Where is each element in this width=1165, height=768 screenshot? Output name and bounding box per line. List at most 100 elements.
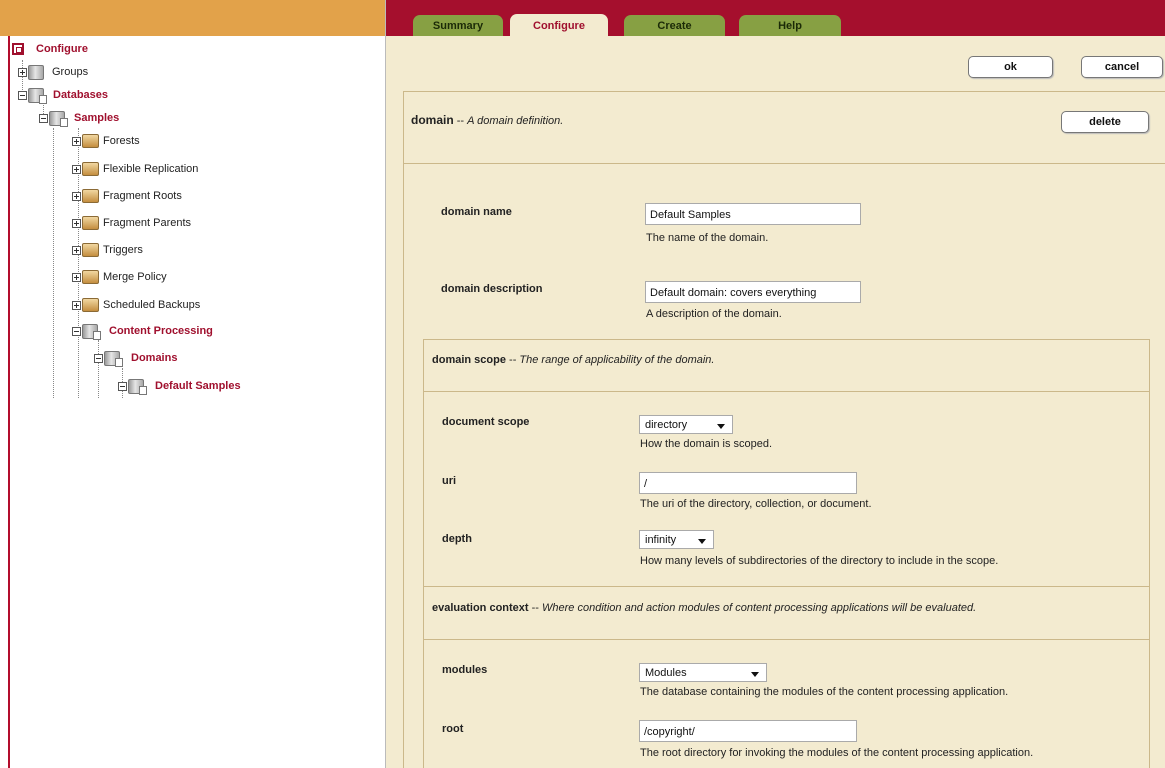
depth-select[interactable]: infinity [639,530,714,549]
folder-icon [82,189,99,203]
section-border [423,339,424,768]
divider [403,91,1165,92]
collapse-icon[interactable] [18,90,27,100]
document-scope-select[interactable]: directory [639,415,733,434]
uri-label: uri [442,475,457,487]
tree-item-databases[interactable]: Databases [18,86,108,104]
tree-label: Databases [53,89,109,101]
section-border [1149,339,1150,768]
tree-item-fragment-roots[interactable]: Fragment Roots [72,187,182,205]
evaluation-context-title: evaluation context [432,602,529,614]
tab-create[interactable]: Create [624,15,725,36]
expand-icon[interactable] [18,67,27,77]
domain-name-label: domain name [441,206,512,218]
tree-label: Content Processing [109,325,213,337]
tree-item-groups[interactable]: Groups [18,63,88,81]
domain-description-help: A description of the domain. [646,308,782,320]
frame-border [403,91,404,768]
tab-configure[interactable]: Configure [510,14,608,37]
database-icon [128,378,147,395]
modules-select[interactable]: Modules [639,663,767,682]
navigation-tree-pane: Configure Groups Databases Samples Fores… [0,0,386,768]
tree-item-flexible-replication[interactable]: Flexible Replication [72,160,198,178]
tab-help[interactable]: Help [739,15,841,36]
tree-label: Fragment Roots [103,190,182,202]
expand-icon[interactable] [72,191,81,201]
uri-help: The uri of the directory, collection, or… [640,498,872,510]
divider [423,639,1150,640]
domain-name-help: The name of the domain. [646,232,769,244]
expand-icon[interactable] [72,245,81,255]
tree-item-configure[interactable]: Configure [12,40,88,58]
divider [423,339,1150,340]
evaluation-context-heading: evaluation context -- Where condition an… [432,602,977,614]
tab-summary[interactable]: Summary [413,15,503,36]
collapse-icon[interactable] [94,353,103,363]
domain-subtitle: A domain definition. [467,115,564,127]
database-icon [82,323,101,340]
expand-icon[interactable] [72,272,81,282]
configure-panel: ok cancel domain -- A domain definition.… [386,36,1165,768]
chevron-down-icon [717,424,725,429]
expand-icon[interactable] [72,164,81,174]
tree-item-forests[interactable]: Forests [72,132,140,150]
folder-icon [82,298,99,312]
expand-icon[interactable] [72,218,81,228]
tree-header-bar [0,0,385,36]
modules-value: Modules [645,667,687,679]
collapse-icon[interactable] [39,113,48,123]
tree-label: Configure [36,43,88,55]
root-input[interactable]: /copyright/ [639,720,857,742]
tree-item-content-processing[interactable]: Content Processing [72,322,213,340]
tree-item-scheduled-backups[interactable]: Scheduled Backups [72,296,200,314]
ok-button[interactable]: ok [968,56,1053,78]
tree-item-samples[interactable]: Samples [39,109,119,127]
document-scope-value: directory [645,419,688,431]
folder-icon [82,216,99,230]
chevron-down-icon [751,672,759,677]
expand-icon[interactable] [72,136,81,146]
folder-icon [82,134,99,148]
tree-label: Default Samples [155,380,241,392]
document-scope-label: document scope [442,416,530,428]
tree-item-domains[interactable]: Domains [94,349,177,367]
domain-description-input[interactable]: Default domain: covers everything [645,281,861,303]
divider [423,391,1150,392]
tree-item-default-samples[interactable]: Default Samples [118,377,241,395]
expand-icon[interactable] [72,300,81,310]
collapse-icon[interactable] [118,381,127,391]
collapse-icon[interactable] [72,326,81,336]
tree-item-merge-policy[interactable]: Merge Policy [72,268,167,286]
database-icon [28,64,44,80]
depth-help: How many levels of subdirectories of the… [640,555,999,567]
document-scope-help: How the domain is scoped. [640,438,773,450]
modules-label: modules [442,664,488,676]
tree-label: Scheduled Backups [103,299,201,311]
tree-label: Samples [74,112,120,124]
folder-icon [82,162,99,176]
uri-input[interactable]: / [639,472,857,494]
cancel-button[interactable]: cancel [1081,56,1163,78]
folder-icon [82,270,99,284]
divider [403,163,1165,164]
tree-item-triggers[interactable]: Triggers [72,241,143,259]
folder-icon [82,243,99,257]
domain-scope-subtitle: The range of applicability of the domain… [519,354,715,366]
depth-value: infinity [645,534,677,546]
tree-guide-line [53,128,54,398]
database-icon [49,110,68,127]
tree-label: Fragment Parents [103,217,192,229]
depth-label: depth [442,533,472,545]
domain-description-label: domain description [441,283,543,295]
root-help: The root directory for invoking the modu… [640,747,1034,759]
domain-scope-heading: domain scope -- The range of applicabili… [432,354,715,366]
domain-name-input[interactable]: Default Samples [645,203,861,225]
tree-label: Domains [131,352,178,364]
database-icon [28,87,47,104]
chevron-down-icon [698,539,706,544]
tree-label: Groups [52,66,89,78]
tree-item-fragment-parents[interactable]: Fragment Parents [72,214,191,232]
domain-title: domain [411,113,454,127]
delete-button[interactable]: delete [1061,111,1149,133]
tree-label: Forests [103,135,140,147]
